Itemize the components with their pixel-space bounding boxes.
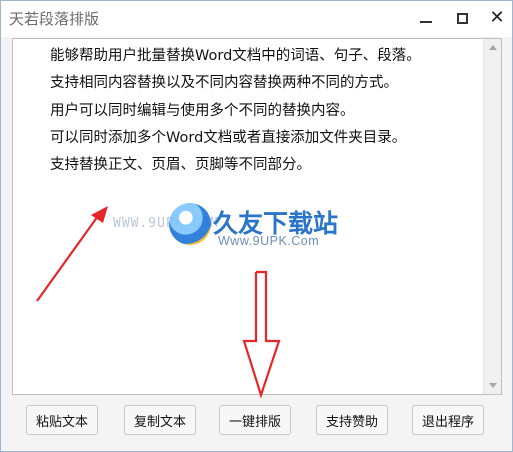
watermark-logo-icon [169,203,211,245]
title-bar[interactable]: 天若段落排版 ✕ [1,1,512,37]
editor-line: 可以同时添加多个Word文档或者直接添加文件夹目录。 [50,129,407,146]
support-donate-button[interactable]: 支持赞助 [316,405,388,435]
editor-line: 支持相同内容替换以及不同内容替换两种不同的方式。 [50,75,398,92]
watermark-url: Www.9UPK.Com [218,234,320,248]
app-window: 天若段落排版 ✕ 能够帮助用户批量替换Word文档中的词语、句子、段落。 支持相… [0,0,513,452]
scroll-down-button[interactable] [484,377,501,394]
exit-program-button[interactable]: 退出程序 [412,405,484,435]
close-button[interactable]: ✕ [482,7,512,29]
close-icon: ✕ [489,7,505,28]
minimize-button[interactable] [411,7,441,29]
paste-text-button[interactable]: 粘贴文本 [26,405,98,435]
editor-line: 能够帮助用户批量替换Word文档中的词语、句子、段落。 [50,48,421,64]
vertical-scrollbar[interactable] [483,39,501,394]
one-click-format-button[interactable]: 一键排版 [219,405,291,435]
editor-content: 能够帮助用户批量替换Word文档中的词语、句子、段落。 支持相同内容替换以及不同… [50,43,480,179]
chevron-up-icon [488,45,497,50]
button-row: 粘贴文本 复制文本 一键排版 支持赞助 退出程序 [1,405,512,437]
chevron-down-icon [488,383,497,388]
scroll-up-button[interactable] [484,39,501,56]
maximize-icon [456,12,468,24]
maximize-button[interactable] [447,7,477,29]
editor-line: 支持替换正文、页眉、页脚等不同部分。 [50,157,311,174]
window-title: 天若段落排版 [9,10,100,28]
watermark: WWW.9UPK.COM 久友下载站 Www.9UPK.Com [113,202,373,262]
copy-text-button[interactable]: 复制文本 [124,405,196,435]
minimize-icon [420,21,432,23]
editor-line: 用户可以同时编辑与使用多个不同的替换内容。 [50,102,355,119]
